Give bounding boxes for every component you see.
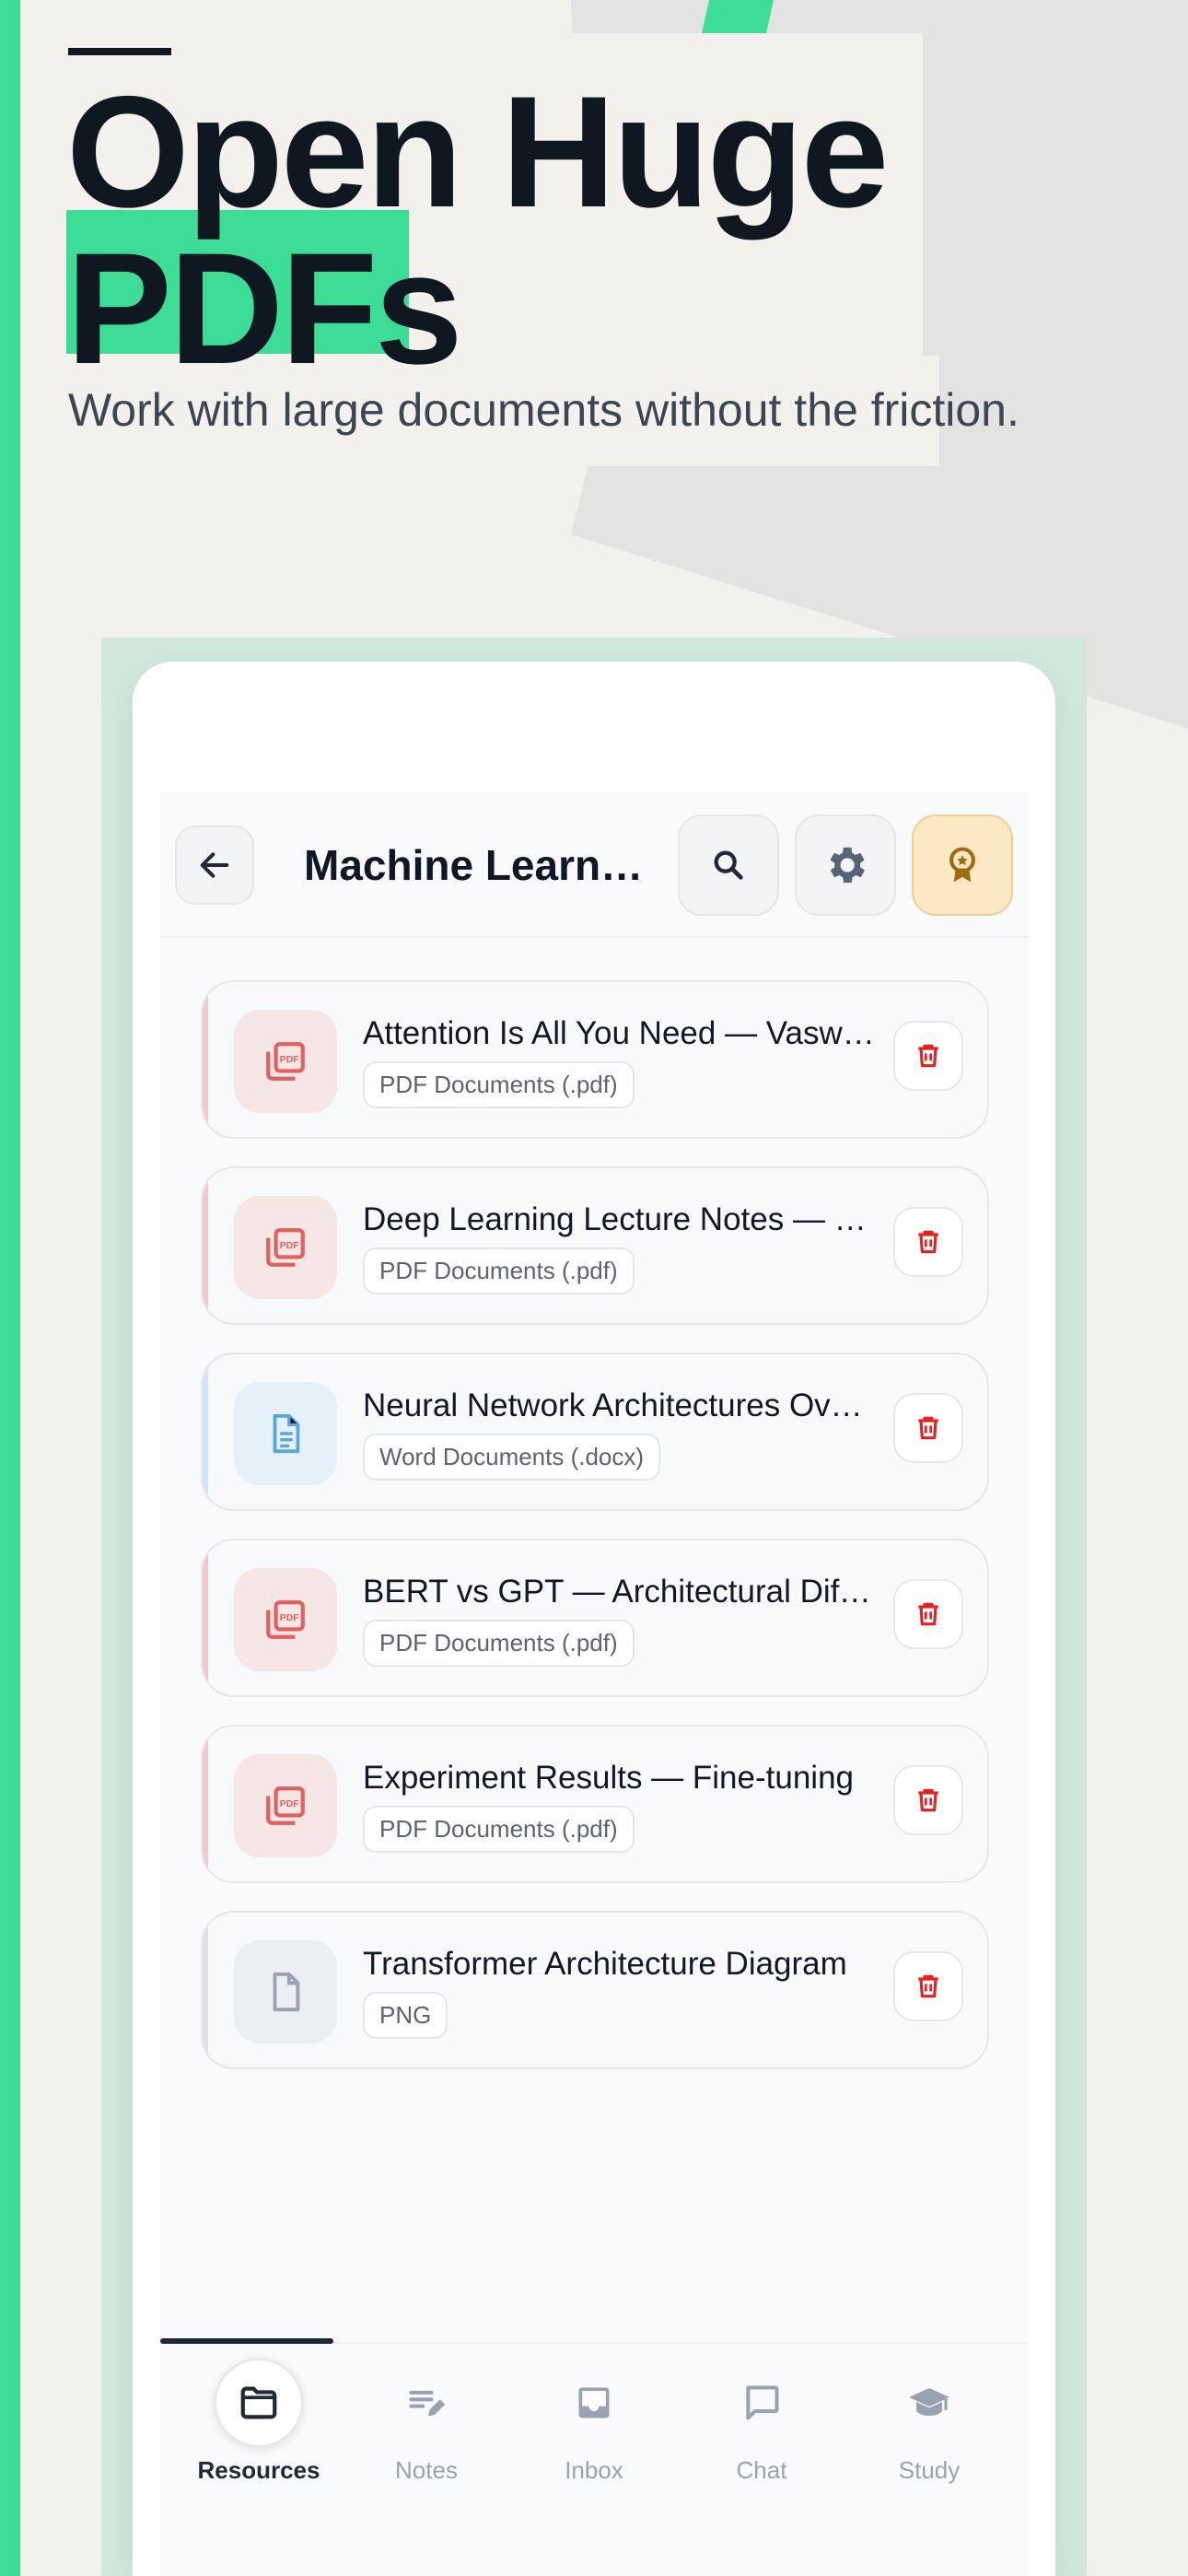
nav-label: Notes <box>395 2456 458 2484</box>
file-type-tag: PDF Documents (.pdf) <box>363 1620 635 1667</box>
trash-icon <box>918 1788 938 1812</box>
inbox-icon <box>550 2359 638 2447</box>
card-accent <box>203 1727 208 1881</box>
card-accent <box>203 1540 208 1695</box>
back-button[interactable] <box>175 825 254 905</box>
app-bar-divider <box>160 936 1028 938</box>
file-card[interactable]: Transformer Architecture Diagram PNG <box>201 1911 989 2069</box>
accent-side-bar <box>0 0 20 2576</box>
pdf-icon: PDF <box>234 1010 337 1113</box>
accent-notch <box>702 0 774 33</box>
file-title: Experiment Results — Fine-tuning <box>363 1760 854 1796</box>
search-button[interactable] <box>678 814 779 916</box>
trash-icon <box>918 1602 938 1626</box>
search-icon <box>714 850 743 880</box>
chat-icon <box>717 2359 806 2447</box>
file-icon <box>234 1940 337 2043</box>
graduation-cap-icon <box>885 2359 973 2447</box>
notes-icon <box>382 2359 471 2447</box>
app-bar: Machine Learning <box>175 814 1013 918</box>
trash-icon <box>918 1974 938 1998</box>
file-card[interactable]: PDF Attention Is All You Need — Vaswani … <box>201 980 989 1139</box>
gear-icon <box>830 847 866 884</box>
award-badge-icon <box>949 847 975 883</box>
nav-label: Chat <box>736 2456 787 2484</box>
file-title: Deep Learning Lecture Notes — Week 5 <box>363 1201 879 1237</box>
file-card[interactable]: PDF BERT vs GPT — Architectural Differen… <box>201 1539 989 1697</box>
svg-text:PDF: PDF <box>280 1055 299 1065</box>
file-card[interactable]: Neural Network Architectures Overview Wo… <box>201 1352 989 1511</box>
trash-icon <box>918 1416 938 1440</box>
pdf-icon: PDF <box>234 1754 337 1857</box>
file-type-tag: PDF Documents (.pdf) <box>363 1247 635 1294</box>
settings-button[interactable] <box>795 814 896 916</box>
delete-button[interactable] <box>893 1207 963 1277</box>
file-type-tag: PDF Documents (.pdf) <box>363 1806 635 1853</box>
nav-item-study[interactable]: Study <box>845 2359 1013 2497</box>
file-type-tag: PDF Documents (.pdf) <box>363 1061 635 1108</box>
card-accent <box>203 1913 208 2067</box>
folder-icon <box>215 2359 303 2447</box>
promo-headline: Open Huge PDFs <box>66 73 889 388</box>
document-icon <box>234 1382 337 1485</box>
delete-button[interactable] <box>893 1765 963 1835</box>
file-card[interactable]: PDF Experiment Results — Fine-tuning PDF… <box>201 1725 989 1883</box>
file-title: Transformer Architecture Diagram <box>363 1946 847 1982</box>
delete-button[interactable] <box>893 1021 963 1091</box>
delete-button[interactable] <box>893 1579 963 1649</box>
nav-label: Resources <box>197 2456 320 2484</box>
page-title: Machine Learning <box>304 841 645 889</box>
active-tab-indicator <box>160 2338 333 2344</box>
svg-text:PDF: PDF <box>280 1799 299 1809</box>
headline-line-1: Open Huge <box>66 64 889 240</box>
nav-item-notes[interactable]: Notes <box>343 2359 510 2497</box>
file-card[interactable]: PDF Deep Learning Lecture Notes — Week 5… <box>201 1166 989 1325</box>
file-type-tag: PNG <box>363 1992 448 2039</box>
file-title: Attention Is All You Need — Vaswani et a… <box>363 1015 879 1051</box>
arrow-left-icon <box>200 852 229 878</box>
card-accent <box>203 1354 208 1509</box>
delete-button[interactable] <box>893 1393 963 1463</box>
headline-dash <box>68 48 171 55</box>
svg-text:PDF: PDF <box>280 1241 299 1251</box>
achievements-button[interactable] <box>912 814 1013 916</box>
trash-icon <box>918 1230 938 1254</box>
nav-label: Study <box>898 2456 961 2484</box>
svg-text:PDF: PDF <box>280 1613 299 1623</box>
card-accent <box>203 1168 208 1323</box>
delete-button[interactable] <box>893 1951 963 2021</box>
nav-item-chat[interactable]: Chat <box>678 2359 845 2497</box>
file-title: BERT vs GPT — Architectural Differences <box>363 1574 879 1610</box>
file-title: Neural Network Architectures Overview <box>363 1388 879 1423</box>
pdf-icon: PDF <box>234 1568 337 1671</box>
card-accent <box>203 982 208 1137</box>
pdf-icon: PDF <box>234 1196 337 1299</box>
promo-subtitle: Work with large documents without the fr… <box>68 384 1019 436</box>
file-type-tag: Word Documents (.docx) <box>363 1434 661 1481</box>
nav-item-resources[interactable]: Resources <box>175 2359 343 2497</box>
nav-label: Inbox <box>565 2456 623 2484</box>
headline-line-2: PDFs <box>66 220 463 397</box>
trash-icon <box>918 1044 938 1068</box>
nav-item-inbox[interactable]: Inbox <box>510 2359 678 2497</box>
